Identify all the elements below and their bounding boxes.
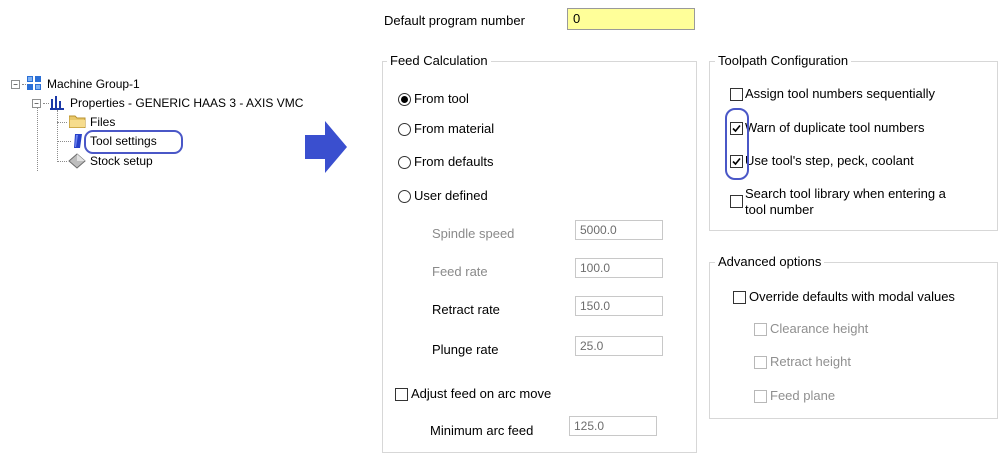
default-program-label: Default program number bbox=[384, 13, 525, 28]
feed-plane-checkbox[interactable] bbox=[754, 390, 767, 403]
tree-connector bbox=[57, 110, 58, 162]
radio-user-defined[interactable] bbox=[398, 190, 411, 203]
tree-connector bbox=[57, 161, 67, 162]
tree-item-machine-group[interactable]: Machine Group-1 bbox=[47, 76, 140, 92]
min-arc-feed-input[interactable]: 125.0 bbox=[569, 416, 657, 436]
stock-icon bbox=[68, 153, 86, 169]
tree-item-label: Files bbox=[90, 115, 116, 129]
tree-connector bbox=[37, 107, 38, 171]
min-arc-feed-label: Minimum arc feed bbox=[430, 423, 534, 438]
override-defaults-checkbox[interactable] bbox=[733, 291, 746, 304]
retract-height-checkbox[interactable] bbox=[754, 356, 767, 369]
tree-item-stock-setup[interactable]: Stock setup bbox=[90, 153, 153, 169]
default-program-input[interactable]: 0 bbox=[567, 8, 695, 30]
adjust-feed-arc-checkbox[interactable] bbox=[395, 388, 408, 401]
search-library-label-1[interactable]: Search tool library when entering a bbox=[745, 186, 946, 201]
radio-from-tool[interactable] bbox=[398, 93, 411, 106]
radio-from-material[interactable] bbox=[398, 123, 411, 136]
radio-from-defaults[interactable] bbox=[398, 156, 411, 169]
feed-calculation-title: Feed Calculation bbox=[387, 53, 491, 68]
radio-from-tool-label[interactable]: From tool bbox=[414, 91, 469, 106]
collapse-toggle[interactable]: − bbox=[11, 80, 20, 89]
retract-height-label: Retract height bbox=[770, 354, 851, 369]
spindle-speed-label: Spindle speed bbox=[432, 226, 515, 241]
feed-rate-input[interactable]: 100.0 bbox=[575, 258, 663, 278]
plunge-rate-input[interactable]: 25.0 bbox=[575, 336, 663, 356]
arrow-right-icon bbox=[305, 121, 347, 173]
override-defaults-label[interactable]: Override defaults with modal values bbox=[749, 289, 955, 304]
feed-rate-label: Feed rate bbox=[432, 264, 488, 279]
tree-item-label: Machine Group-1 bbox=[47, 77, 140, 91]
retract-rate-input[interactable]: 150.0 bbox=[575, 296, 663, 316]
advanced-options-title: Advanced options bbox=[715, 254, 825, 269]
advanced-options-group bbox=[709, 262, 998, 419]
tree-item-properties[interactable]: Properties - GENERIC HAAS 3 - AXIS VMC bbox=[70, 95, 303, 111]
plunge-rate-label: Plunge rate bbox=[432, 342, 499, 357]
collapse-toggle[interactable]: − bbox=[32, 99, 41, 108]
properties-icon bbox=[50, 96, 64, 110]
spindle-speed-input[interactable]: 5000.0 bbox=[575, 220, 663, 240]
radio-from-material-label[interactable]: From material bbox=[414, 121, 494, 136]
radio-user-defined-label[interactable]: User defined bbox=[414, 188, 488, 203]
folder-icon bbox=[69, 115, 86, 128]
adjust-feed-arc-label[interactable]: Adjust feed on arc move bbox=[411, 386, 551, 401]
machine-group-icon bbox=[27, 76, 41, 90]
highlight-ring bbox=[84, 130, 183, 154]
search-library-label-2[interactable]: tool number bbox=[745, 202, 814, 217]
search-library-checkbox[interactable] bbox=[730, 195, 743, 208]
tree-connector bbox=[57, 122, 67, 123]
radio-from-defaults-label[interactable]: From defaults bbox=[414, 154, 493, 169]
highlight-ring bbox=[725, 108, 749, 180]
warn-duplicate-label[interactable]: Warn of duplicate tool numbers bbox=[745, 120, 924, 135]
feed-plane-label: Feed plane bbox=[770, 388, 836, 403]
tree-connector bbox=[43, 103, 49, 104]
tree-item-files[interactable]: Files bbox=[90, 114, 115, 130]
tree-item-label: Stock setup bbox=[90, 154, 153, 168]
tool-icon bbox=[74, 134, 82, 148]
assign-sequential-checkbox[interactable] bbox=[730, 88, 743, 101]
assign-sequential-label[interactable]: Assign tool numbers sequentially bbox=[745, 86, 935, 101]
operations-tree: − Machine Group-1 − Properties - GENERIC… bbox=[0, 0, 380, 438]
toolpath-config-title: Toolpath Configuration bbox=[715, 53, 852, 68]
clearance-height-label: Clearance height bbox=[770, 321, 869, 336]
clearance-height-checkbox[interactable] bbox=[754, 323, 767, 336]
tree-connector bbox=[57, 141, 71, 142]
tree-item-label: Properties - GENERIC HAAS 3 - AXIS VMC bbox=[70, 96, 304, 110]
use-step-peck-label[interactable]: Use tool's step, peck, coolant bbox=[745, 153, 914, 168]
retract-rate-label: Retract rate bbox=[432, 302, 500, 317]
